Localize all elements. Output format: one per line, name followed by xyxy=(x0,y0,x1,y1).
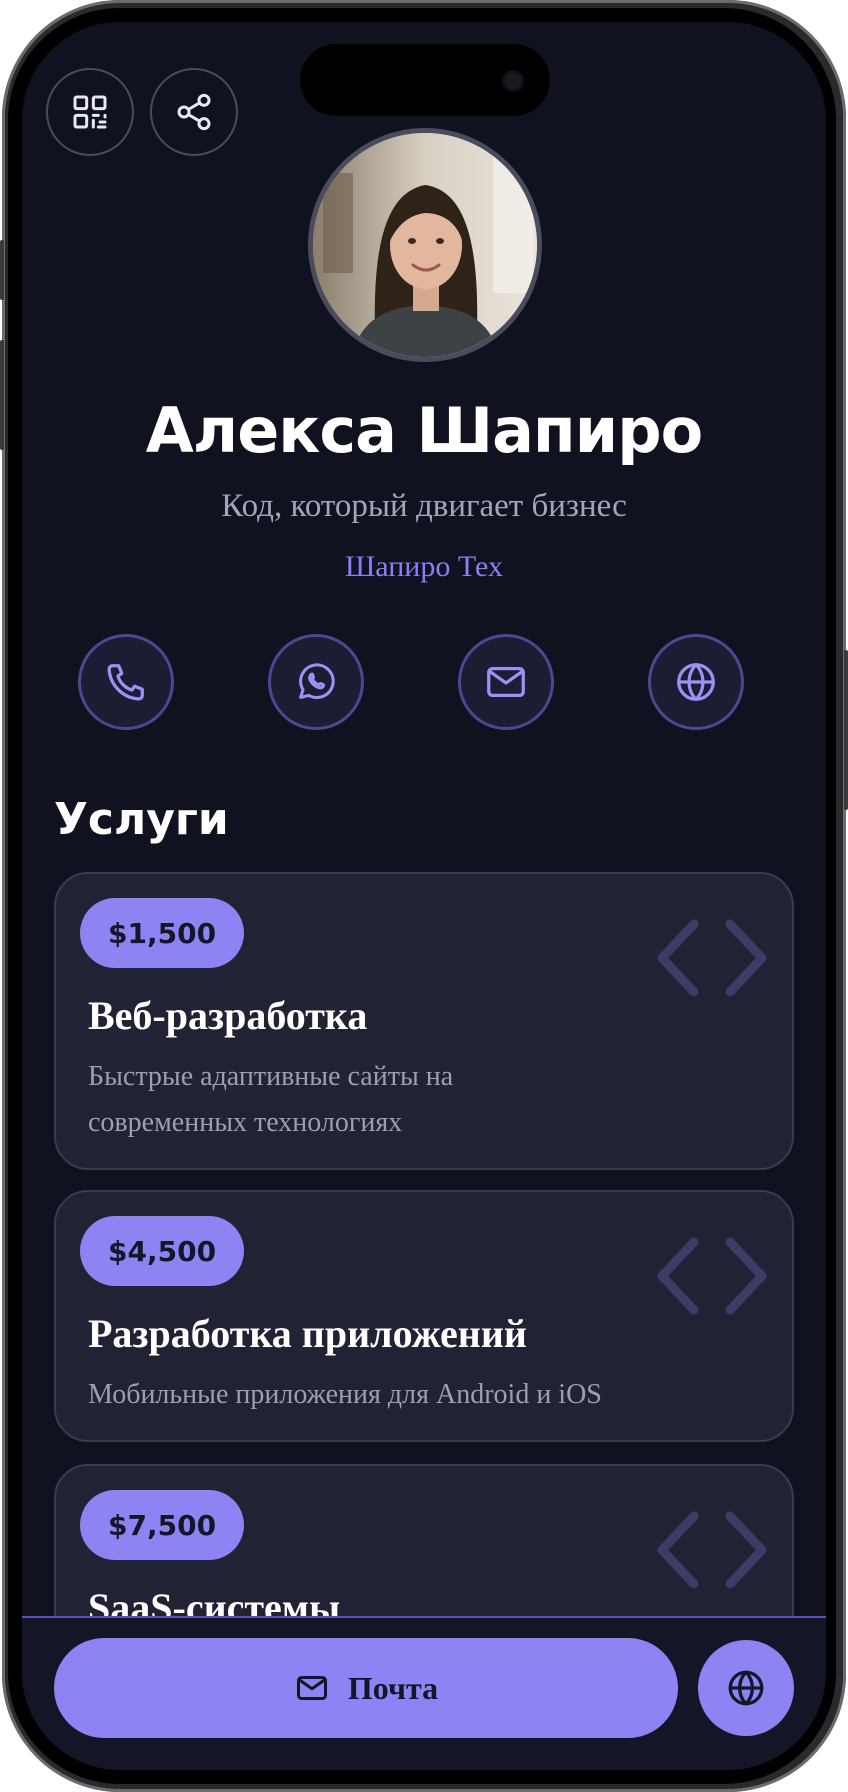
app-screen: Алекса Шапиро Код, который двигает бизне… xyxy=(22,22,826,1770)
service-description: Быстрые адаптивные сайты на современных … xyxy=(88,1061,454,1138)
service-description: Мобильные приложения для Android и iOS xyxy=(88,1379,602,1410)
mail-cta-label: Почта xyxy=(347,1669,439,1706)
price-badge: $4,500 xyxy=(80,1216,245,1286)
qr-code-icon xyxy=(73,95,107,129)
globe-icon xyxy=(677,663,715,701)
website-cta-button[interactable] xyxy=(698,1640,794,1736)
avatar-photo xyxy=(313,133,537,357)
profile-name: Алекса Шапиро xyxy=(145,394,703,467)
whatsapp-button[interactable] xyxy=(268,634,364,730)
mail-icon xyxy=(487,666,525,698)
code-icon xyxy=(657,919,767,997)
website-button[interactable] xyxy=(648,634,744,730)
phone-icon xyxy=(107,664,144,701)
whatsapp-icon xyxy=(299,663,335,699)
avatar xyxy=(308,128,542,362)
share-icon xyxy=(177,93,211,131)
service-title: Веб-разработка xyxy=(88,993,368,1038)
qr-code-button[interactable] xyxy=(46,68,134,156)
profile-company: Шапиро Тех xyxy=(345,550,503,583)
share-button[interactable] xyxy=(150,68,238,156)
service-title: Разработка приложений xyxy=(88,1311,527,1356)
call-button[interactable] xyxy=(78,634,174,730)
profile-tagline: Код, который двигает бизнес xyxy=(221,488,627,524)
service-card[interactable]: $4,500 Разработка приложений Мобильные п… xyxy=(54,1190,794,1442)
price-badge: $7,500 xyxy=(80,1490,245,1560)
services-heading: Услуги xyxy=(54,794,229,845)
dynamic-island xyxy=(300,44,550,116)
email-button[interactable] xyxy=(458,634,554,730)
mail-icon xyxy=(296,1676,327,1700)
code-icon xyxy=(657,1237,767,1315)
mail-cta-button[interactable]: Почта xyxy=(54,1638,678,1738)
code-icon xyxy=(657,1511,767,1589)
side-button xyxy=(0,340,4,450)
globe-icon xyxy=(728,1670,764,1706)
side-button xyxy=(0,240,4,300)
price-badge: $1,500 xyxy=(80,898,245,968)
side-button xyxy=(844,650,848,810)
service-card[interactable]: $1,500 Веб-разработка Быстрые адаптивные… xyxy=(54,872,794,1170)
camera-icon xyxy=(502,70,524,92)
